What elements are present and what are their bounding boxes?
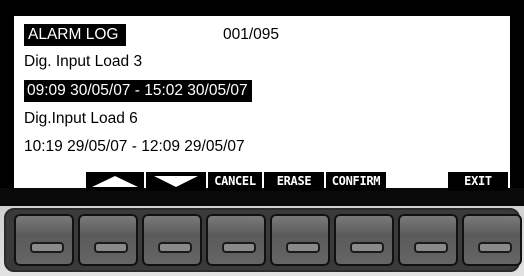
confirm-softkey[interactable]: CONFIRM bbox=[326, 172, 386, 191]
log-counter: 001/095 bbox=[223, 26, 280, 43]
log-entry-2-name[interactable]: Dig.Input Load 6 bbox=[24, 108, 138, 130]
log-entry-1-name[interactable]: Dig. Input Load 3 bbox=[24, 51, 142, 73]
log-entry-1-period[interactable]: 09:09 30/05/07 - 15:02 30/05/07 bbox=[24, 80, 252, 102]
page-title: ALARM LOG bbox=[24, 24, 127, 46]
arrow-down-icon bbox=[154, 176, 198, 187]
cancel-softkey[interactable]: CANCEL bbox=[208, 172, 262, 191]
key-slot bbox=[158, 242, 192, 253]
function-key-6[interactable] bbox=[334, 214, 394, 266]
key-slot bbox=[286, 242, 320, 253]
function-key-2[interactable] bbox=[78, 214, 138, 266]
key-slot bbox=[222, 242, 256, 253]
arrow-up-icon bbox=[92, 176, 138, 187]
function-key-7[interactable] bbox=[398, 214, 458, 266]
function-key-4[interactable] bbox=[206, 214, 266, 266]
key-slot bbox=[30, 242, 64, 253]
key-slot bbox=[94, 242, 128, 253]
exit-softkey[interactable]: EXIT bbox=[448, 172, 508, 191]
key-slot bbox=[350, 242, 384, 253]
function-key-5[interactable] bbox=[270, 214, 330, 266]
function-key-1[interactable] bbox=[14, 214, 74, 266]
alarm-panel-device: ALARM LOG 001/095 Dig. Input Load 3 09:0… bbox=[0, 0, 524, 276]
key-slot bbox=[414, 242, 448, 253]
key-slot bbox=[478, 242, 512, 253]
erase-softkey[interactable]: ERASE bbox=[264, 172, 324, 191]
bezel-right bbox=[510, 0, 524, 206]
log-entry-2-period[interactable]: 10:19 29/05/07 - 12:09 29/05/07 bbox=[24, 136, 245, 158]
scroll-up-softkey[interactable] bbox=[86, 172, 144, 191]
bezel-top bbox=[0, 0, 524, 16]
function-key-8[interactable] bbox=[462, 214, 522, 266]
hardware-button-row bbox=[0, 206, 524, 276]
scroll-down-softkey[interactable] bbox=[146, 172, 206, 191]
bezel-left bbox=[0, 0, 14, 206]
softkey-bar: CANCEL ERASE CONFIRM EXIT bbox=[14, 172, 510, 192]
lcd-screen: ALARM LOG 001/095 Dig. Input Load 3 09:0… bbox=[14, 16, 510, 191]
function-key-3[interactable] bbox=[142, 214, 202, 266]
